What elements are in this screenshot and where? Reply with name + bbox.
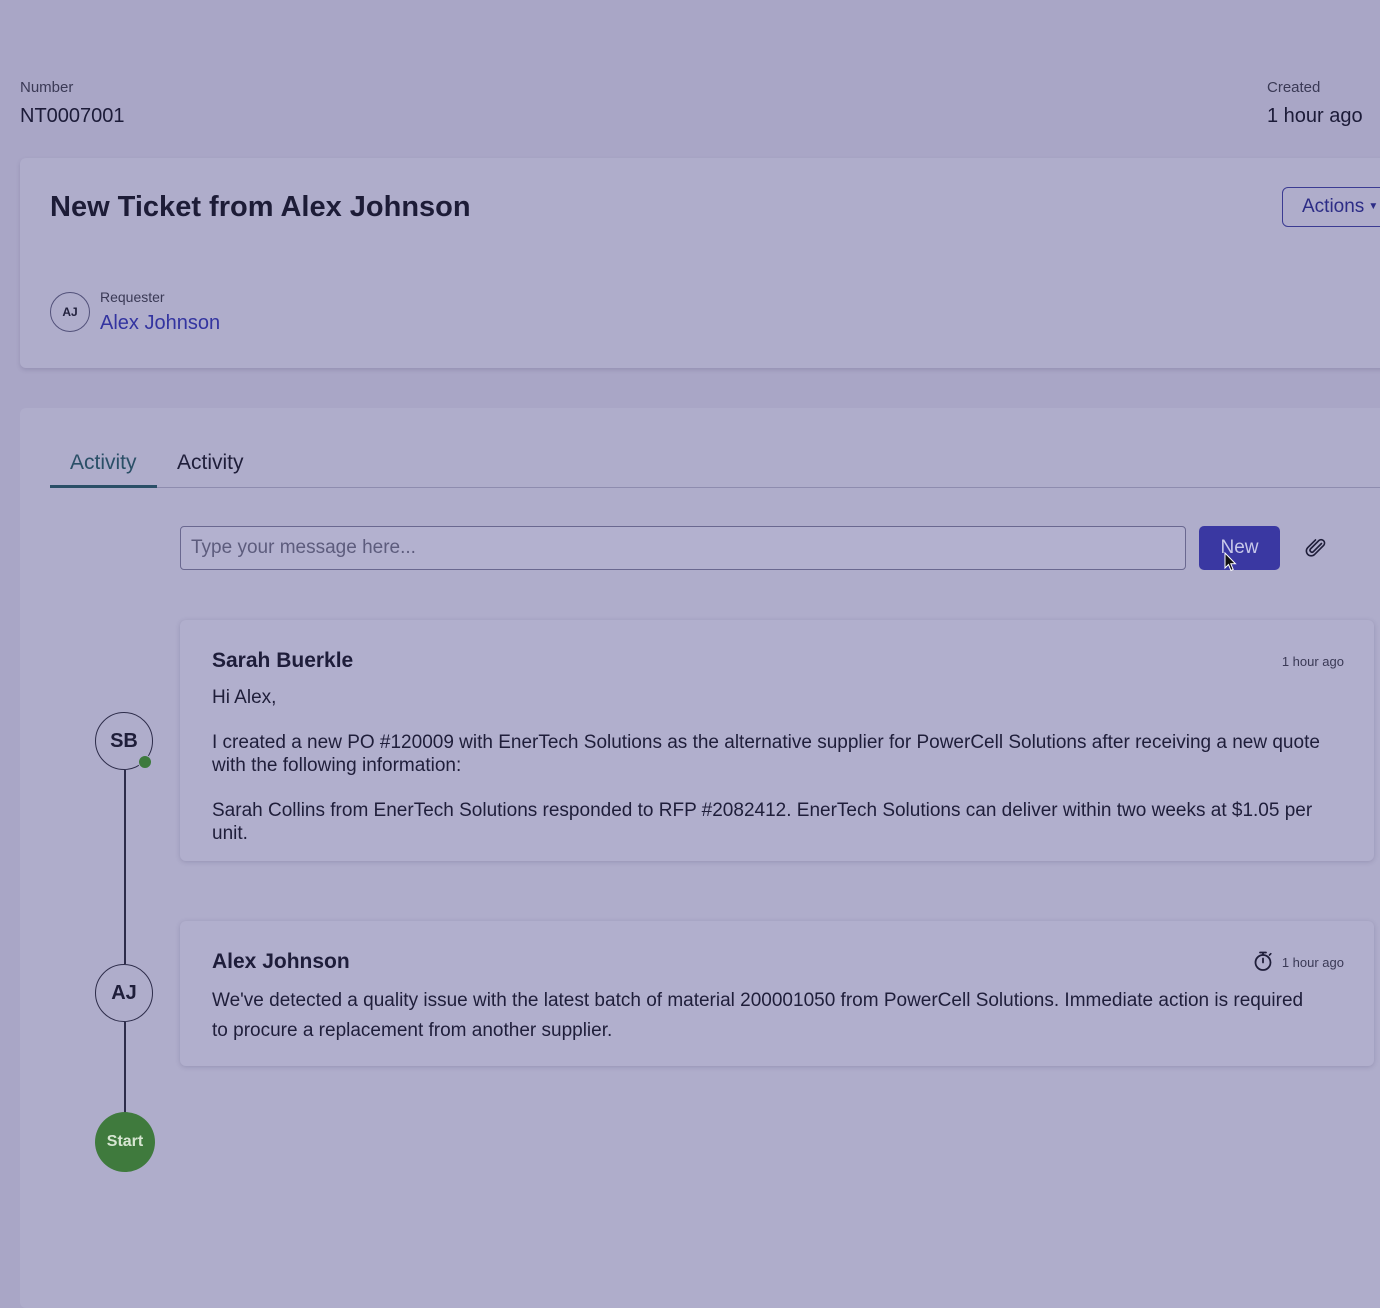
actions-button[interactable]: Actions ▼ xyxy=(1282,187,1380,227)
ticket-summary-card: New Ticket from Alex Johnson Actions ▼ AJ… xyxy=(20,158,1380,368)
created-block: Created 1 hour ago xyxy=(1267,79,1363,128)
message-paragraph: We've detected a quality issue with the … xyxy=(212,990,1304,1041)
tab-activity-secondary[interactable]: Activity xyxy=(177,450,244,476)
activity-panel: Activity Activity New SB AJ Start Sarah … xyxy=(20,408,1380,1308)
message-paragraph: Sarah Collins from EnerTech Solutions re… xyxy=(212,800,1313,844)
stopwatch-icon xyxy=(1254,951,1272,971)
message-body: We've detected a quality issue with the … xyxy=(212,986,1324,1046)
message-paragraph: I created a new PO #120009 with EnerTech… xyxy=(212,732,1320,776)
message-time: 1 hour ago xyxy=(1281,654,1344,669)
message-body: Hi Alex, I created a new PO #120009 with… xyxy=(212,686,1324,845)
requester-link[interactable]: Alex Johnson xyxy=(100,312,220,335)
mouse-pointer-icon xyxy=(1224,552,1237,572)
online-status-indicator xyxy=(138,755,152,769)
message-author: Sarah Buerkle xyxy=(212,649,354,672)
message-time: 1 hour ago xyxy=(1281,955,1344,970)
avatar: AJ xyxy=(50,292,90,332)
created-label: Created xyxy=(1267,79,1321,96)
message-card: Sarah Buerkle 1 hour ago Hi Alex, I crea… xyxy=(180,620,1374,861)
requester-label: Requester xyxy=(100,289,165,305)
new-button[interactable]: New xyxy=(1199,526,1280,570)
tab-activity[interactable]: Activity xyxy=(70,450,137,476)
ticket-number-block: Number NT0007001 xyxy=(20,79,125,128)
created-value: 1 hour ago xyxy=(1267,105,1363,127)
message-author: Alex Johnson xyxy=(212,950,350,973)
ticket-number: NT0007001 xyxy=(20,105,125,127)
caret-down-icon: ▼ xyxy=(1368,201,1379,212)
paperclip-icon[interactable] xyxy=(1304,536,1328,560)
timeline-connector xyxy=(124,1022,126,1114)
timeline-connector xyxy=(124,770,126,964)
active-tab-indicator xyxy=(50,485,157,488)
timeline-start-node: Start xyxy=(95,1112,155,1172)
number-label: Number xyxy=(20,79,74,96)
page-title: New Ticket from Alex Johnson xyxy=(50,191,471,223)
actions-label: Actions xyxy=(1302,196,1365,218)
avatar: AJ xyxy=(95,964,153,1022)
message-paragraph: Hi Alex, xyxy=(212,687,277,708)
message-card: Alex Johnson 1 hour ago We've detected a… xyxy=(180,921,1374,1066)
message-input[interactable] xyxy=(180,526,1186,570)
tabs-divider xyxy=(50,487,1380,488)
